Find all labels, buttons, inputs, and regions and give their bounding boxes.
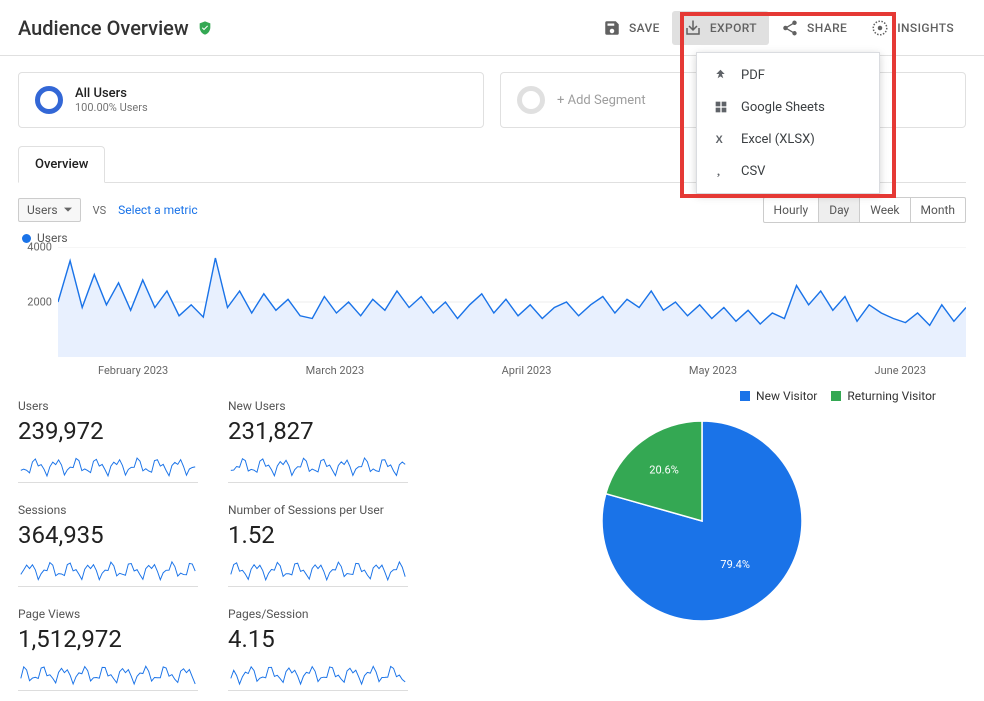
granularity-week[interactable]: Week bbox=[860, 198, 910, 222]
save-button[interactable]: SAVE bbox=[591, 11, 672, 45]
metric-selector-row: Users VS Select a metric Hourly Day Week… bbox=[18, 197, 966, 223]
export-google-sheets[interactable]: Google Sheets bbox=[697, 91, 879, 123]
x-axis-labels: February 2023 March 2023 April 2023 May … bbox=[58, 364, 966, 377]
pie-legend-returning: Returning Visitor bbox=[831, 389, 936, 403]
metric-label: New Users bbox=[228, 399, 418, 413]
y-axis-labels: 4000 2000 bbox=[18, 247, 58, 377]
y-tick: 4000 bbox=[27, 241, 52, 254]
metric-label: Users bbox=[18, 399, 208, 413]
sparkline bbox=[228, 451, 408, 483]
insights-label: INSIGHTS bbox=[897, 21, 954, 35]
export-pdf[interactable]: PDF bbox=[697, 59, 879, 91]
legend-color-icon bbox=[740, 391, 750, 401]
x-tick: May 2023 bbox=[689, 364, 737, 377]
export-csv[interactable]: , CSV bbox=[697, 155, 879, 187]
share-label: SHARE bbox=[807, 21, 847, 35]
export-icon bbox=[684, 19, 702, 37]
metric-card[interactable]: New Users 231,827 bbox=[228, 393, 418, 493]
excel-icon: X bbox=[713, 131, 729, 147]
x-tick: June 2023 bbox=[875, 364, 927, 377]
vs-label: VS bbox=[93, 204, 107, 217]
segment-title: All Users bbox=[75, 86, 148, 101]
pie-slice-label: 79.4% bbox=[720, 558, 750, 571]
metric-value: 239,972 bbox=[18, 417, 208, 445]
metrics-section: Users 239,972 New Users 231,827 Sessions 364,… bbox=[18, 393, 966, 701]
metric-label: Pages/Session bbox=[228, 607, 418, 621]
csv-icon: , bbox=[713, 163, 729, 179]
x-tick: February 2023 bbox=[98, 364, 168, 377]
metric-value: 4.15 bbox=[228, 625, 418, 653]
page-title-text: Audience Overview bbox=[18, 16, 189, 40]
metric-value: 364,935 bbox=[18, 521, 208, 549]
sparkline bbox=[18, 451, 198, 483]
metric-card[interactable]: Users 239,972 bbox=[18, 393, 208, 493]
segment-subtitle: 100.00% Users bbox=[75, 101, 148, 114]
metric-card[interactable]: Sessions 364,935 bbox=[18, 497, 208, 597]
pie-legend-new: New Visitor bbox=[740, 389, 817, 403]
granularity-hourly[interactable]: Hourly bbox=[764, 198, 820, 222]
share-icon bbox=[781, 19, 799, 37]
export-csv-label: CSV bbox=[741, 164, 765, 179]
save-label: SAVE bbox=[629, 21, 660, 35]
pie-slice-label: 20.6% bbox=[649, 464, 679, 477]
metric-label: Page Views bbox=[18, 607, 208, 621]
chart-plot bbox=[58, 247, 966, 357]
metric-card[interactable]: Pages/Session 4.15 bbox=[228, 601, 418, 701]
verified-shield-icon bbox=[197, 19, 213, 37]
share-button[interactable]: SHARE bbox=[769, 11, 859, 45]
visitor-type-panel: New Visitor Returning Visitor 79.4%20.6% bbox=[438, 393, 966, 701]
legend-color-icon bbox=[831, 391, 841, 401]
pie-legend: New Visitor Returning Visitor bbox=[740, 389, 936, 403]
select-secondary-metric[interactable]: Select a metric bbox=[118, 203, 198, 217]
export-excel[interactable]: X Excel (XLSX) bbox=[697, 123, 879, 155]
granularity-toggle: Hourly Day Week Month bbox=[763, 197, 966, 223]
chart-series-legend: Users bbox=[22, 231, 962, 245]
metric-card[interactable]: Number of Sessions per User 1.52 bbox=[228, 497, 418, 597]
metric-card[interactable]: Page Views 1,512,972 bbox=[18, 601, 208, 701]
export-sheets-label: Google Sheets bbox=[741, 100, 825, 115]
segment-all-users[interactable]: All Users 100.00% Users bbox=[18, 72, 484, 128]
metric-value: 231,827 bbox=[228, 417, 418, 445]
granularity-day[interactable]: Day bbox=[819, 198, 860, 222]
header: Audience Overview SAVE EXPORT SHARE INSI… bbox=[0, 0, 984, 56]
primary-metric-label: Users bbox=[27, 203, 58, 217]
granularity-month[interactable]: Month bbox=[911, 198, 965, 222]
metric-value: 1,512,972 bbox=[18, 625, 208, 653]
export-xlsx-label: Excel (XLSX) bbox=[741, 132, 815, 147]
sparkline bbox=[18, 555, 198, 587]
metrics-grid: Users 239,972 New Users 231,827 Sessions 364,… bbox=[18, 393, 418, 701]
segment-circle-icon bbox=[35, 86, 63, 114]
sparkline bbox=[228, 659, 408, 691]
export-pdf-label: PDF bbox=[741, 68, 765, 83]
visitor-pie-chart[interactable]: 79.4% 20.6% bbox=[592, 411, 812, 631]
x-tick: April 2023 bbox=[502, 364, 552, 377]
y-tick: 2000 bbox=[27, 296, 52, 309]
save-icon bbox=[603, 19, 621, 37]
insights-icon bbox=[871, 19, 889, 37]
chevron-down-icon bbox=[64, 206, 72, 214]
insights-button[interactable]: INSIGHTS bbox=[859, 11, 966, 45]
users-line-chart[interactable]: 4000 2000 February 2023 March 2023 April… bbox=[18, 247, 966, 377]
sparkline bbox=[228, 555, 408, 587]
metric-value: 1.52 bbox=[228, 521, 418, 549]
page-title: Audience Overview bbox=[18, 16, 213, 40]
primary-metric-dropdown[interactable]: Users bbox=[18, 198, 81, 222]
export-button[interactable]: EXPORT bbox=[672, 11, 769, 45]
add-segment-icon bbox=[517, 86, 545, 114]
pdf-icon bbox=[713, 67, 729, 83]
metric-label: Sessions bbox=[18, 503, 208, 517]
sparkline bbox=[18, 659, 198, 691]
x-tick: March 2023 bbox=[306, 364, 365, 377]
export-label: EXPORT bbox=[710, 21, 757, 35]
tab-overview[interactable]: Overview bbox=[18, 146, 105, 183]
export-dropdown: PDF Google Sheets X Excel (XLSX) , CSV bbox=[696, 52, 880, 194]
svg-text:,: , bbox=[717, 164, 720, 178]
metric-label: Number of Sessions per User bbox=[228, 503, 418, 517]
sheets-icon bbox=[713, 99, 729, 115]
svg-text:X: X bbox=[716, 134, 724, 146]
add-segment-label: + Add Segment bbox=[557, 93, 646, 108]
